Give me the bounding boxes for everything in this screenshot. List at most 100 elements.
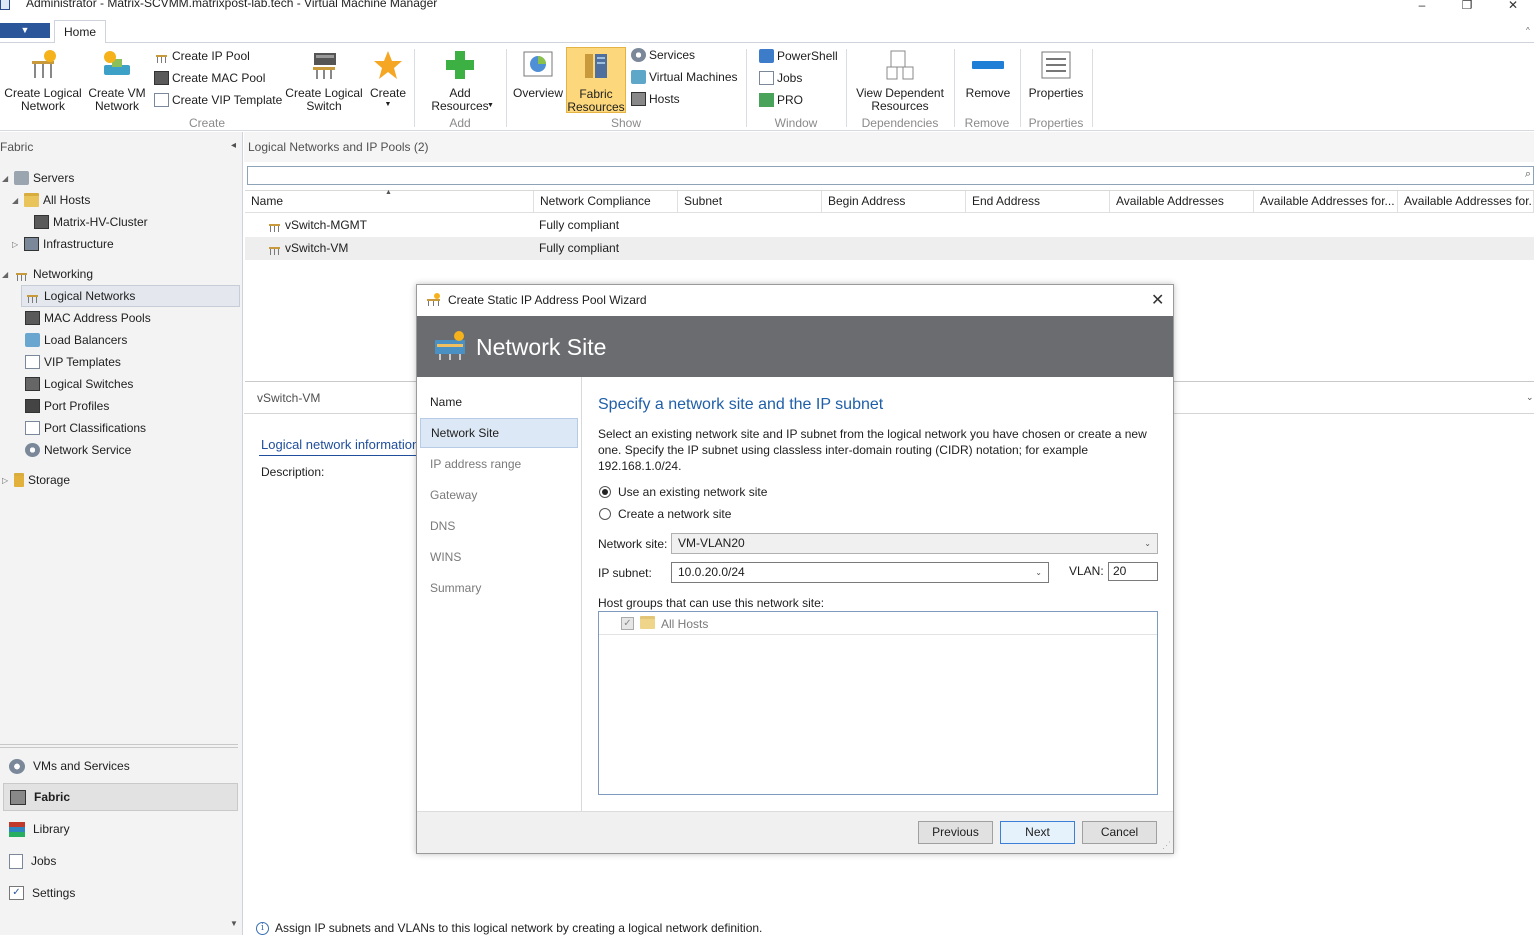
column-header-available-addresses[interactable]: Available Addresses bbox=[1110, 191, 1254, 213]
step-ip-address-range[interactable]: IP address range bbox=[420, 449, 578, 479]
create-logical-network-button[interactable]: Create Logical Network bbox=[3, 49, 83, 113]
step-name[interactable]: Name bbox=[420, 387, 578, 417]
detail-collapse-icon[interactable]: ⌄ bbox=[1526, 392, 1534, 403]
expand-icon[interactable]: ◢ bbox=[2, 270, 10, 279]
nav-port-classifications[interactable]: Port Classifications bbox=[25, 418, 146, 438]
nav-infrastructure[interactable]: ▷ Infrastructure bbox=[12, 234, 114, 254]
create-vip-template-button[interactable]: Create VIP Template bbox=[154, 93, 282, 107]
step-dns[interactable]: DNS bbox=[420, 511, 578, 541]
ip-subnet-select[interactable]: 10.0.20.0/24 ⌄ bbox=[671, 562, 1049, 583]
step-summary[interactable]: Summary bbox=[420, 573, 578, 603]
overview-button[interactable]: Overview bbox=[512, 49, 564, 100]
nav-mac-pools[interactable]: MAC Address Pools bbox=[25, 308, 151, 328]
restore-button[interactable]: ❐ bbox=[1457, 0, 1477, 14]
column-header-end-address[interactable]: End Address bbox=[966, 191, 1110, 213]
nav-vip-templates-label: VIP Templates bbox=[44, 355, 121, 369]
pro-button[interactable]: PRO bbox=[759, 93, 803, 107]
column-available-for-1-label: Available Addresses for... bbox=[1260, 194, 1395, 208]
network-site-select[interactable]: VM-VLAN20 ⌄ bbox=[671, 533, 1158, 554]
remove-button[interactable]: Remove bbox=[960, 49, 1016, 100]
nav-vip-templates[interactable]: VIP Templates bbox=[25, 352, 121, 372]
expand-icon[interactable]: ▷ bbox=[2, 476, 10, 485]
expand-icon[interactable]: ◢ bbox=[2, 174, 10, 183]
host-groups-list[interactable]: ✓ All Hosts bbox=[598, 611, 1158, 795]
nav-load-balancers[interactable]: Load Balancers bbox=[25, 330, 127, 350]
nav-load-balancers-label: Load Balancers bbox=[44, 333, 128, 347]
search-icon[interactable]: ⌕ bbox=[1525, 168, 1531, 181]
step-network-site[interactable]: Network Site bbox=[420, 418, 578, 448]
nav-network-service-label: Network Service bbox=[44, 443, 132, 457]
create-dropdown-button[interactable]: Create ▼ bbox=[368, 49, 408, 109]
expand-icon[interactable]: ▷ bbox=[12, 240, 20, 249]
nav-logical-networks[interactable]: Logical Networks bbox=[25, 286, 135, 306]
nav-all-hosts[interactable]: ◢ All Hosts bbox=[12, 190, 90, 210]
powershell-button[interactable]: PowerShell bbox=[759, 49, 838, 63]
vlan-input[interactable]: 20 bbox=[1108, 562, 1158, 581]
radio-create-site[interactable]: Create a network site bbox=[599, 507, 731, 521]
nav-port-profiles[interactable]: Port Profiles bbox=[25, 396, 109, 416]
logical-network-info-link[interactable]: Logical network information bbox=[261, 437, 419, 452]
hosts-button[interactable]: Hosts bbox=[631, 92, 680, 106]
radio-use-existing-site[interactable]: Use an existing network site bbox=[599, 485, 767, 499]
wizard-footer: Previous Next Cancel ⋰ bbox=[417, 811, 1173, 853]
nav-collapse-icon[interactable]: ◂ bbox=[231, 140, 236, 151]
minimize-button[interactable]: – bbox=[1412, 0, 1432, 14]
radio-unselected-icon[interactable] bbox=[599, 508, 611, 520]
close-button[interactable]: ✕ bbox=[1503, 0, 1523, 14]
nav-cluster[interactable]: Matrix-HV-Cluster bbox=[34, 212, 148, 232]
create-mac-pool-button[interactable]: Create MAC Pool bbox=[154, 71, 265, 85]
workspace-fabric[interactable]: Fabric bbox=[3, 783, 238, 811]
ribbon-collapse-icon[interactable]: ^ bbox=[1526, 26, 1530, 35]
column-header-compliance[interactable]: Network Compliance bbox=[534, 191, 678, 213]
step-wins[interactable]: WINS bbox=[420, 542, 578, 572]
column-header-available-addresses-for-1[interactable]: Available Addresses for... bbox=[1254, 191, 1398, 213]
fabric-resources-button[interactable]: Fabric Resources bbox=[566, 47, 626, 114]
column-header-available-addresses-for-2[interactable]: Available Addresses for... bbox=[1398, 191, 1534, 213]
wizard-steps: Name Network Site IP address range Gatew… bbox=[417, 377, 582, 811]
workspace-library[interactable]: Library bbox=[3, 815, 238, 843]
next-button[interactable]: Next bbox=[1000, 821, 1075, 844]
host-group-checkbox[interactable]: ✓ bbox=[621, 617, 634, 630]
file-menu-button[interactable]: ▼ bbox=[0, 23, 50, 38]
workspace-vms-and-services[interactable]: VMs and Services bbox=[3, 752, 238, 780]
nav-logical-switches[interactable]: Logical Switches bbox=[25, 374, 133, 394]
list-item[interactable]: ✓ All Hosts bbox=[599, 612, 1157, 635]
column-header-subnet[interactable]: Subnet bbox=[678, 191, 822, 213]
cancel-button[interactable]: Cancel bbox=[1082, 821, 1157, 844]
properties-button[interactable]: Properties bbox=[1024, 49, 1088, 100]
step-gateway[interactable]: Gateway bbox=[420, 480, 578, 510]
resize-grip-icon[interactable]: ⋰ bbox=[1162, 840, 1171, 851]
workspace-overflow-icon[interactable]: ▼ bbox=[230, 919, 238, 928]
create-logical-switch-button[interactable]: Create Logical Switch bbox=[284, 49, 364, 113]
services-button[interactable]: Services bbox=[631, 48, 695, 62]
radio-selected-icon[interactable] bbox=[599, 486, 611, 498]
port-classifications-icon bbox=[25, 421, 40, 435]
nav-network-service[interactable]: Network Service bbox=[25, 440, 131, 460]
sort-ascending-icon: ▲ bbox=[385, 189, 392, 196]
nav-splitter[interactable] bbox=[0, 744, 238, 748]
chevron-down-icon[interactable]: ⌄ bbox=[1035, 563, 1042, 582]
virtual-machines-icon bbox=[631, 70, 646, 84]
description-label: Description: bbox=[261, 465, 325, 479]
workspace-settings[interactable]: ✓ Settings bbox=[3, 879, 238, 907]
workspace-jobs[interactable]: Jobs bbox=[3, 847, 238, 875]
create-vm-network-button[interactable]: Create VM Network bbox=[84, 49, 150, 113]
search-input[interactable]: ⌕ bbox=[247, 166, 1534, 185]
table-row[interactable]: vSwitch-VM Fully compliant bbox=[245, 237, 1534, 260]
virtual-machines-button[interactable]: Virtual Machines bbox=[631, 70, 738, 84]
create-ip-pool-button[interactable]: Create IP Pool bbox=[154, 49, 250, 63]
jobs-button[interactable]: Jobs bbox=[759, 71, 802, 85]
wizard-close-button[interactable]: ✕ bbox=[1151, 290, 1164, 310]
nav-networking-label: Networking bbox=[33, 267, 94, 281]
previous-button[interactable]: Previous bbox=[918, 821, 993, 844]
column-header-begin-address[interactable]: Begin Address bbox=[822, 191, 966, 213]
tab-home[interactable]: Home bbox=[54, 20, 106, 44]
app-icon bbox=[0, 0, 10, 10]
view-dependent-resources-button[interactable]: View Dependent Resources bbox=[852, 49, 948, 113]
expand-icon[interactable]: ◢ bbox=[12, 196, 20, 205]
nav-storage[interactable]: ▷ Storage bbox=[2, 470, 70, 490]
nav-networking[interactable]: ◢ Networking bbox=[2, 264, 93, 284]
nav-servers[interactable]: ◢ Servers bbox=[2, 168, 74, 188]
table-row[interactable]: vSwitch-MGMT Fully compliant bbox=[245, 214, 1534, 237]
chevron-down-icon[interactable]: ⌄ bbox=[1144, 534, 1151, 553]
